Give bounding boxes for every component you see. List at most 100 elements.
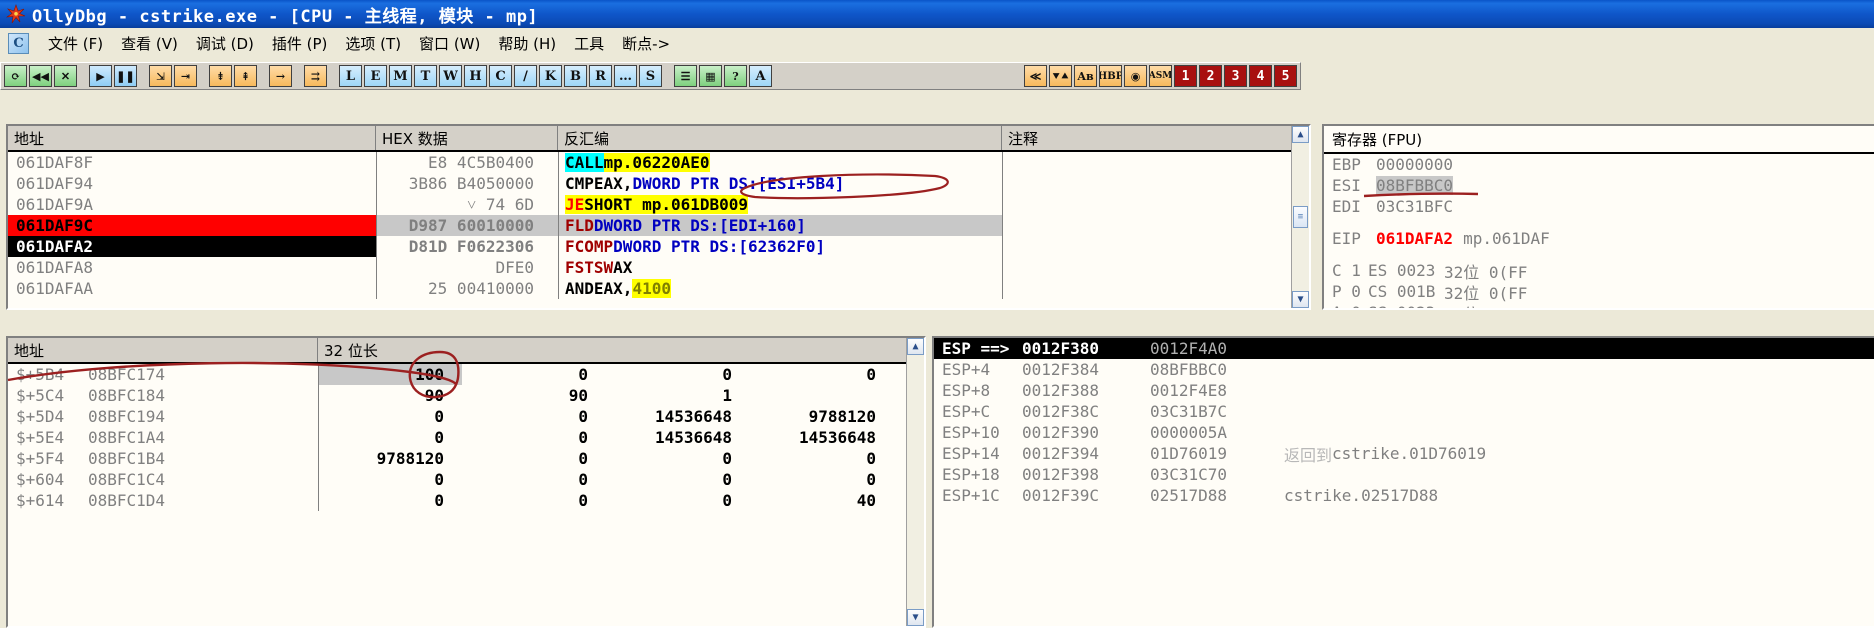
- dump-value[interactable]: 0: [462, 406, 606, 427]
- asm-icon[interactable]: ASM: [1149, 65, 1172, 87]
- dump-row[interactable]: $+5B4 08BFC174 100 0 0 0: [8, 364, 924, 385]
- dump-row[interactable]: $+614 08BFC1D4 0 0 0 40: [8, 490, 924, 511]
- stack-panel[interactable]: ESP ==> 0012F380 0012F4A0 ESP+4 0012F384 08BF…: [932, 336, 1874, 628]
- step-over-button[interactable]: ⇥: [174, 65, 197, 87]
- dump-value[interactable]: 0: [606, 469, 750, 490]
- register-value[interactable]: 03C31BFC: [1376, 197, 1453, 216]
- disassembly-row[interactable]: 061DAF9C D987 60010000 FLD DWORD PTR DS:[E…: [8, 215, 1309, 236]
- plugin-ab-icon[interactable]: Aв: [1074, 65, 1097, 87]
- handles-button[interactable]: H: [464, 65, 487, 87]
- dump-panel[interactable]: 地址 32 位长 $+5B4 08BFC174 100 0 0 0 $+5C4 08BFC18…: [6, 336, 926, 628]
- options-list-button[interactable]: ☰: [674, 65, 697, 87]
- dump-value[interactable]: 14536648: [606, 427, 750, 448]
- stack-row[interactable]: ESP+18 0012F398 03C31C70: [934, 464, 1874, 485]
- menu-file[interactable]: 文件 (F): [39, 31, 112, 56]
- call-stack-button[interactable]: K: [539, 65, 562, 87]
- run-trace-button[interactable]: …: [614, 65, 637, 87]
- restart-button[interactable]: ◀◀: [29, 65, 52, 87]
- register-value[interactable]: 00000000: [1376, 155, 1453, 174]
- trace-into-button[interactable]: ⇟: [209, 65, 232, 87]
- segment-register[interactable]: SS 0023: [1368, 303, 1444, 308]
- segment-register[interactable]: CS 001B: [1368, 282, 1444, 301]
- registers-panel[interactable]: 寄存器 (FPU) EBP 00000000 ESI 08BFBBC0 EDI 03C31…: [1322, 124, 1874, 310]
- dump-value[interactable]: 0: [462, 364, 606, 385]
- scroll-down-icon[interactable]: ▼: [1292, 291, 1309, 308]
- stack-row[interactable]: ESP ==> 0012F380 0012F4A0: [934, 338, 1874, 359]
- col-hex[interactable]: HEX 数据: [376, 126, 558, 150]
- stack-row[interactable]: ESP+10 0012F390 0000005A: [934, 422, 1874, 443]
- windows-button[interactable]: W: [439, 65, 462, 87]
- disassembly-panel[interactable]: 地址 HEX 数据 反汇编 注释 061DAF8F E8 4C5B0400 CALL…: [6, 124, 1311, 310]
- flag-bit[interactable]: C 1: [1332, 261, 1368, 280]
- font-button[interactable]: A: [749, 65, 772, 87]
- log-window-button[interactable]: L: [339, 65, 362, 87]
- flag-bit[interactable]: A 0: [1332, 303, 1368, 308]
- run-button[interactable]: ▶: [89, 65, 112, 87]
- memory-map-button[interactable]: M: [389, 65, 412, 87]
- open-file-button[interactable]: ⟳: [4, 65, 27, 87]
- step-into-button[interactable]: ⇲: [149, 65, 172, 87]
- segment-register[interactable]: ES 0023: [1368, 261, 1444, 280]
- dump-value[interactable]: 100: [318, 364, 462, 385]
- bookmark-1-button[interactable]: 1: [1174, 65, 1197, 87]
- stack-value[interactable]: 08BFBBC0: [1150, 359, 1278, 380]
- menu-debug[interactable]: 调试 (D): [187, 31, 263, 56]
- dump-row[interactable]: $+604 08BFC1C4 0 0 0 0: [8, 469, 924, 490]
- bookmark-5-button[interactable]: 5: [1274, 65, 1297, 87]
- col-comment[interactable]: 注释: [1002, 126, 1309, 150]
- dump-value[interactable]: 9788120: [318, 448, 462, 469]
- register-value[interactable]: 08BFBBC0: [1376, 176, 1454, 195]
- references-button[interactable]: R: [589, 65, 612, 87]
- bookmark-4-button[interactable]: 4: [1249, 65, 1272, 87]
- cpu-button[interactable]: C: [489, 65, 512, 87]
- stack-row[interactable]: ESP+4 0012F384 08BFBBC0: [934, 359, 1874, 380]
- dump-row[interactable]: $+5D4 08BFC194 0 0 14536648 9788120: [8, 406, 924, 427]
- menu-options[interactable]: 选项 (T): [336, 31, 410, 56]
- stack-row[interactable]: ESP+8 0012F388 0012F4E8: [934, 380, 1874, 401]
- patches-button[interactable]: /: [514, 65, 537, 87]
- disassembly-row[interactable]: 061DAFAA 25 00410000 AND EAX, 4100: [8, 278, 1309, 299]
- stack-value[interactable]: 0000005A: [1150, 422, 1278, 443]
- menu-window[interactable]: 窗口 (W): [410, 31, 489, 56]
- disassembly-row[interactable]: 061DAF8F E8 4C5B0400 CALL mp.06220AE0: [8, 152, 1309, 173]
- dump-value[interactable]: 40: [750, 490, 894, 511]
- dump-value[interactable]: 14536648: [750, 427, 894, 448]
- close-button[interactable]: ✕: [54, 65, 77, 87]
- pause-button[interactable]: ❚❚: [114, 65, 137, 87]
- stack-row[interactable]: ESP+C 0012F38C 03C31B7C: [934, 401, 1874, 422]
- stack-value[interactable]: 0012F4E8: [1150, 380, 1278, 401]
- dump-value[interactable]: 0: [750, 448, 894, 469]
- bookmark-2-button[interactable]: 2: [1199, 65, 1222, 87]
- execute-till-return-button[interactable]: →: [269, 65, 292, 87]
- stack-value[interactable]: 02517D88: [1150, 485, 1278, 506]
- register-line[interactable]: ESI 08BFBBC0: [1324, 175, 1874, 196]
- execute-till-user-code-button[interactable]: ⇉: [304, 65, 327, 87]
- register-line-eip[interactable]: EIP 061DAFA2 mp.061DAF: [1324, 228, 1874, 249]
- dump-value[interactable]: 0: [750, 364, 894, 385]
- dump-value[interactable]: 0: [462, 490, 606, 511]
- dump-value[interactable]: 0: [318, 427, 462, 448]
- dump-value[interactable]: 90: [462, 385, 606, 406]
- disassembly-row[interactable]: 061DAF9A ˅ 74 6D JE SHORT mp.061DB009: [8, 194, 1309, 215]
- dump-col-address[interactable]: 地址: [8, 338, 318, 362]
- dump-value[interactable]: 1: [606, 385, 750, 406]
- dump-row[interactable]: $+5F4 08BFC1B4 9788120 0 0 0: [8, 448, 924, 469]
- register-line[interactable]: EDI 03C31BFC: [1324, 196, 1874, 217]
- dump-scroll-down-icon[interactable]: ▼: [907, 609, 924, 626]
- stack-row[interactable]: ESP+14 0012F394 01D76019 返回到 cstrike.01D760…: [934, 443, 1874, 464]
- menu-plugins[interactable]: 插件 (P): [263, 31, 337, 56]
- target-icon[interactable]: ◉: [1124, 65, 1147, 87]
- dump-value[interactable]: 0: [462, 427, 606, 448]
- dump-value[interactable]: 90: [318, 385, 462, 406]
- scroll-up-icon[interactable]: ▲: [1292, 126, 1309, 143]
- dump-value[interactable]: 14536648: [606, 406, 750, 427]
- stack-value[interactable]: 01D76019: [1150, 443, 1278, 464]
- col-disassembly[interactable]: 反汇编: [558, 126, 1002, 150]
- col-address[interactable]: 地址: [8, 126, 376, 150]
- appearance-button[interactable]: ▦: [699, 65, 722, 87]
- hardware-breakpoint-icon[interactable]: HBP: [1099, 65, 1122, 87]
- dump-scroll-up-icon[interactable]: ▲: [907, 338, 924, 355]
- disassembly-row[interactable]: 061DAFA2 D81D F0622306 FCOMP DWORD PTR DS:…: [8, 236, 1309, 257]
- menu-breakpoint[interactable]: 断点->: [613, 31, 679, 56]
- app-icon[interactable]: C: [8, 32, 29, 54]
